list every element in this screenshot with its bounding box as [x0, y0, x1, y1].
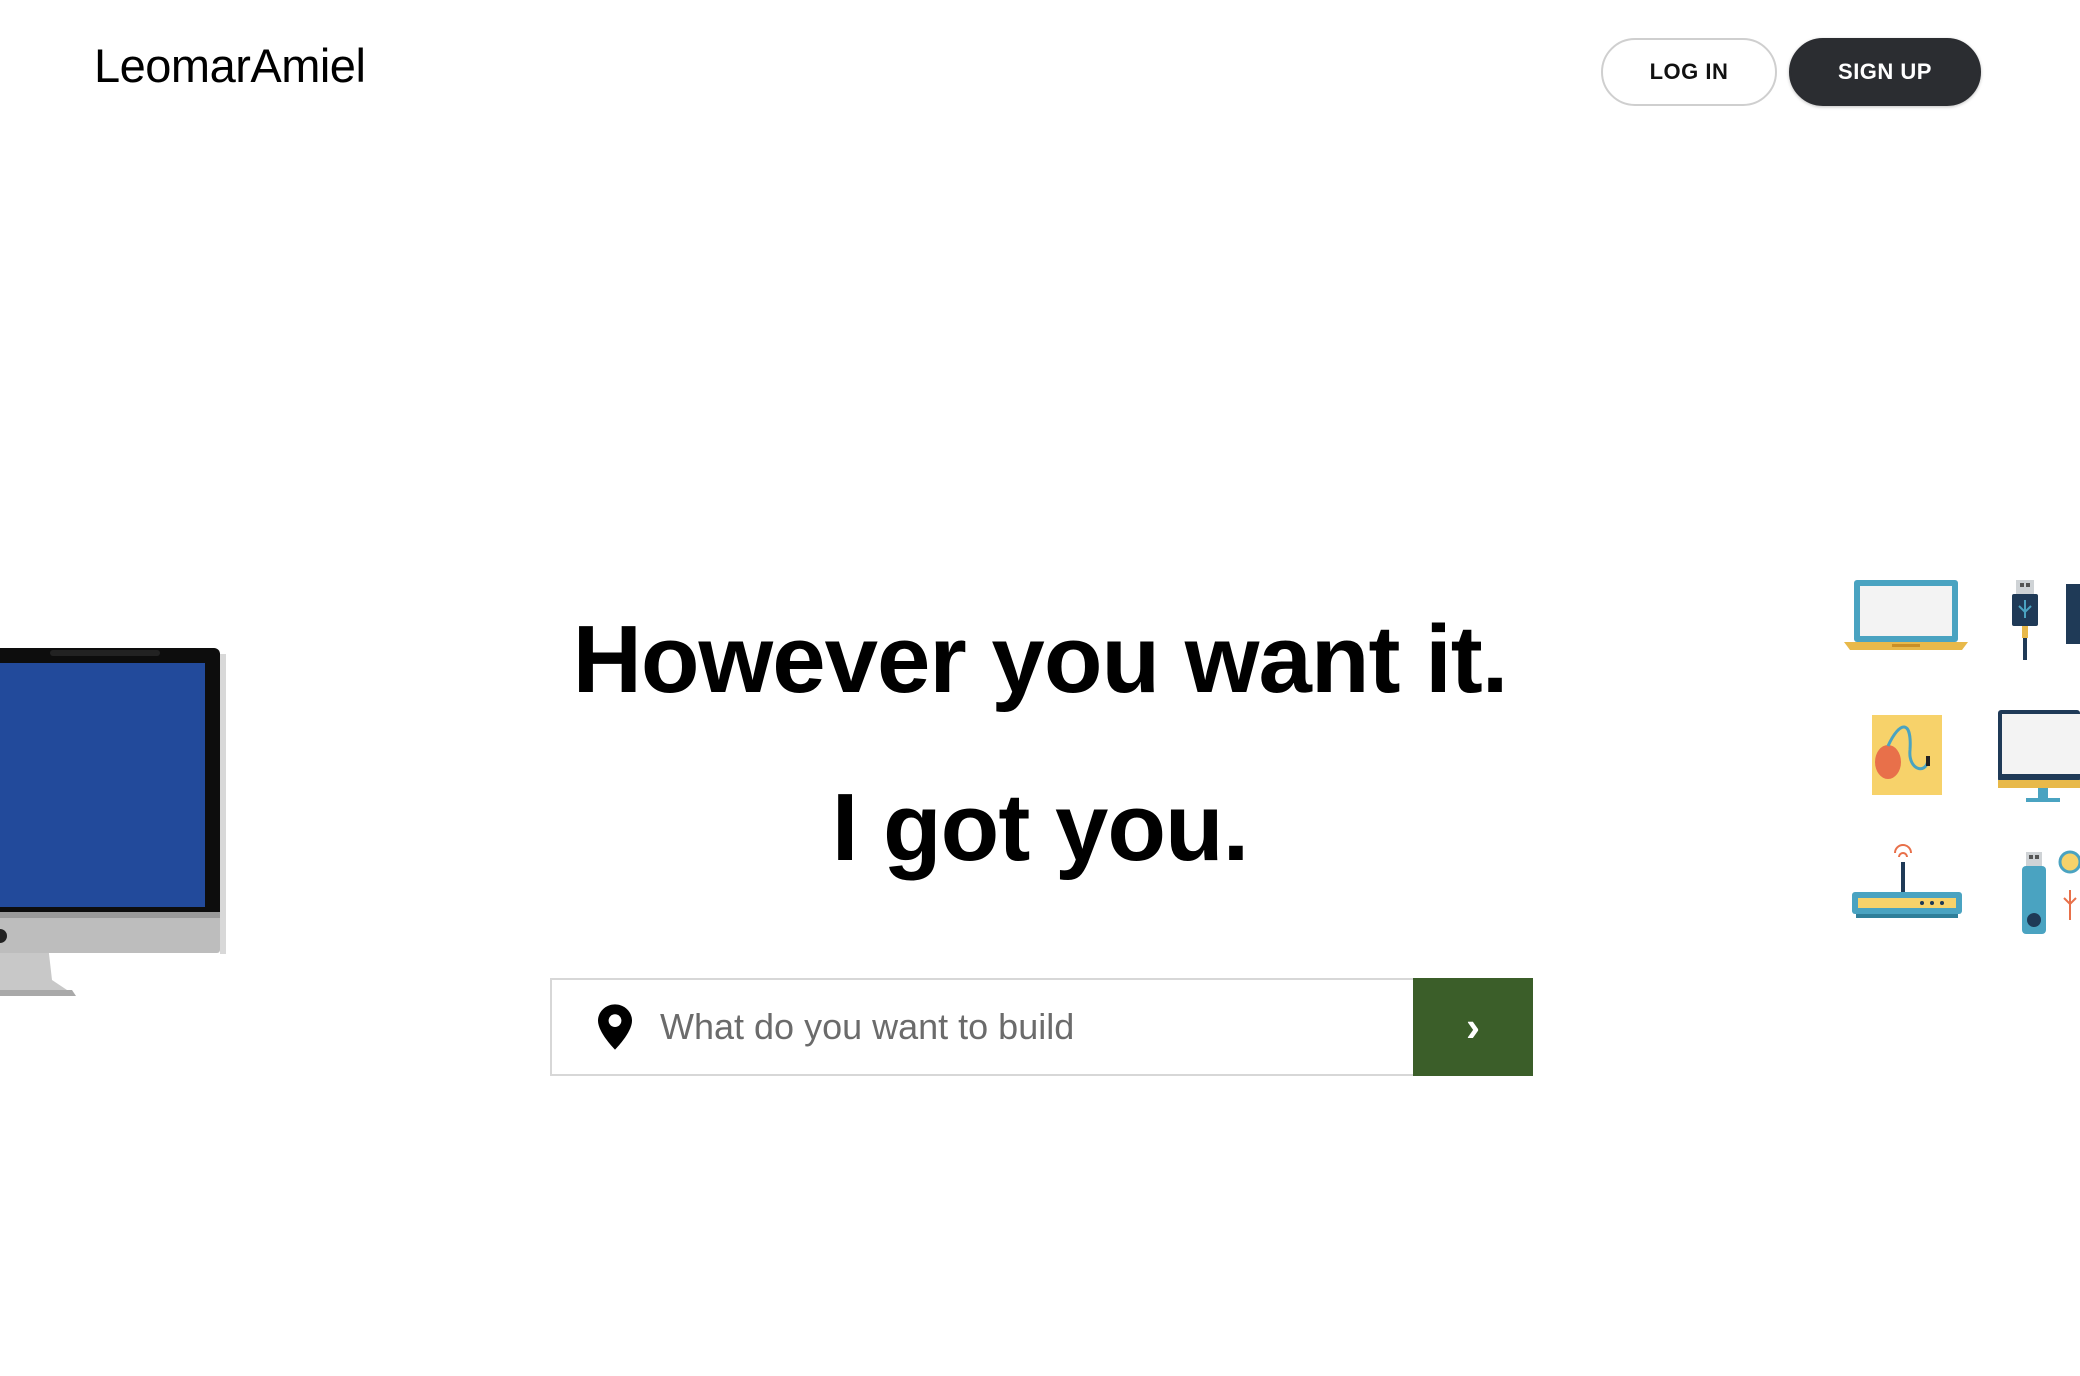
headline-line-2: I got you.	[831, 774, 1250, 881]
login-button[interactable]: LOG IN	[1601, 38, 1777, 106]
map-pin-icon	[598, 1004, 632, 1050]
signup-button[interactable]: SIGN UP	[1789, 38, 1981, 106]
landing-page: LeomarAmiel LOG IN SIGN UP However you w…	[0, 0, 2080, 1376]
headline-line-1: However you want it.	[572, 606, 1509, 713]
brand-logo[interactable]: LeomarAmiel	[94, 38, 366, 93]
search-submit-button[interactable]: ›	[1413, 978, 1533, 1076]
chevron-right-icon: ›	[1466, 1003, 1480, 1050]
search-input[interactable]	[660, 980, 1531, 1074]
search-bar	[550, 978, 1533, 1076]
